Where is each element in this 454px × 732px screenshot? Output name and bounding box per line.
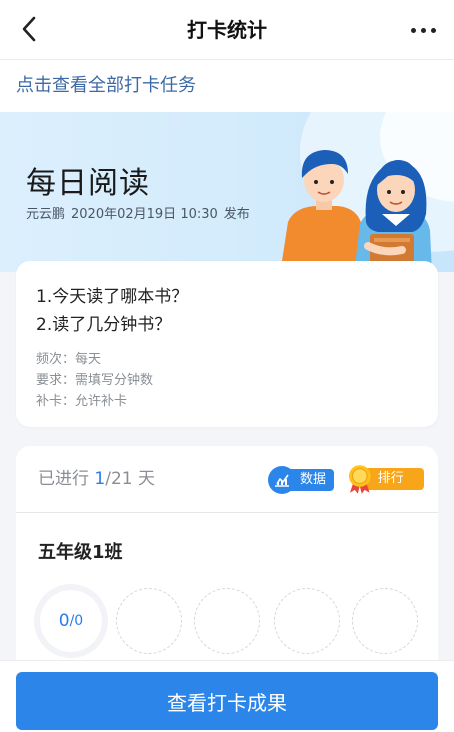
students-illustration [280,150,432,272]
progress-current-day: 1 [94,469,106,489]
page-title: 打卡统计 [187,18,267,42]
task-publish-info: 元云鹏 2020年02月19日 10:30 发布 [26,203,256,222]
task-title: 每日阅读 [26,166,150,201]
task-question: 2.读了几分钟书？ [36,315,172,335]
more-icon[interactable] [406,15,440,45]
empty-avatar-slot [116,588,182,654]
task-requirement: 要求：需填写分钟数 [36,373,154,388]
view-results-button[interactable]: 查看打卡成果 [16,672,438,730]
task-frequency: 频次：每天 [36,352,102,367]
progress-header: 已进行 1/21 天 数据 排行榜 [16,446,438,513]
empty-avatar-slot [274,588,340,654]
author-name: 元云鹏 [26,207,66,222]
ranking-button[interactable]: 排行榜 [346,464,424,508]
medal-icon [348,465,371,494]
task-detail-card: 1.今天读了哪本书？ 2.读了几分钟书？ 频次：每天 要求：需填写分钟数 补卡：… [16,261,438,427]
empty-avatar-slot [194,588,260,654]
bottom-bar: 查看打卡成果 [0,660,454,732]
task-banner: 每日阅读 元云鹏 2020年02月19日 10:30 发布 [0,112,454,272]
publish-suffix: 发布 [223,207,250,222]
publish-time: 2020年02月19日 10:30 [71,207,218,222]
submission-count[interactable]: 0/0 [40,590,102,652]
member-avatars: 0/0 [38,588,428,658]
view-all-tasks-link[interactable]: 点击查看全部打卡任务 [0,60,454,112]
data-button[interactable]: 数据 [268,466,334,494]
progress-card: 已进行 1/21 天 数据 排行榜 五年级1班 0/0 [16,446,438,676]
task-makeup-rule: 补卡：允许补卡 [36,394,128,409]
nav-bar: 打卡统计 [0,0,454,60]
task-question: 1.今天读了哪本书？ [36,287,189,307]
class-name: 五年级1班 [38,542,123,563]
chart-icon [268,466,296,494]
progress-days: 已进行 1/21 天 [38,469,155,489]
empty-avatar-slot [352,588,418,654]
